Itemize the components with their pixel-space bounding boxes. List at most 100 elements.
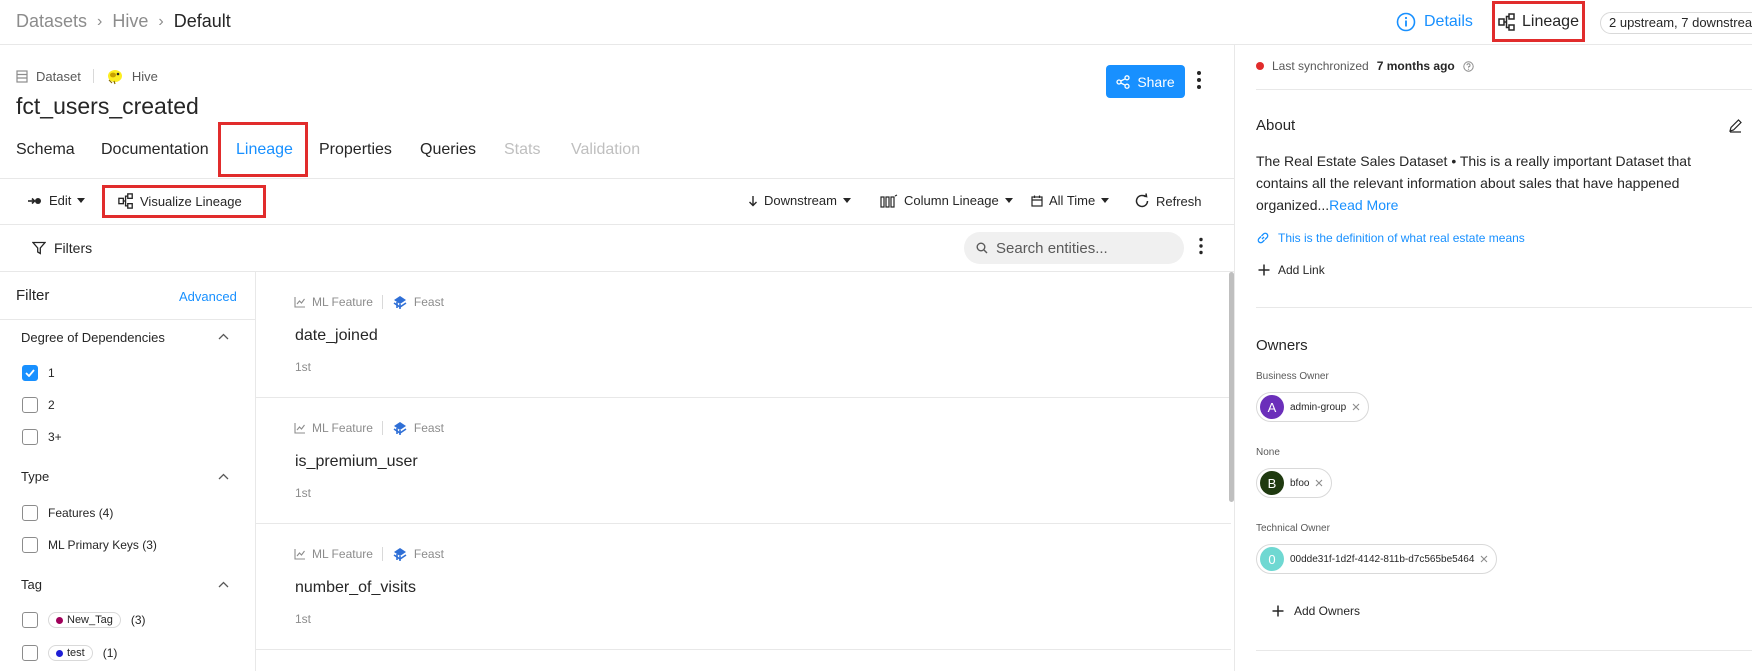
details-button[interactable]: Details	[1396, 12, 1473, 32]
filter-option-features[interactable]: Features (4)	[22, 505, 113, 521]
filter-option-degree-1[interactable]: 1	[22, 365, 55, 381]
tag-pill: test	[48, 645, 93, 661]
tag-section-title[interactable]: Tag	[21, 577, 42, 592]
add-link-button[interactable]: Add Link	[1258, 263, 1325, 277]
filters-toggle-button[interactable]: Filters	[32, 240, 92, 256]
chevron-up-icon[interactable]	[218, 333, 229, 340]
details-label: Details	[1424, 13, 1473, 30]
divider	[1256, 650, 1752, 651]
checkbox[interactable]	[22, 612, 38, 628]
more-options-icon[interactable]	[1196, 70, 1202, 90]
chevron-up-icon[interactable]	[218, 581, 229, 588]
platform-label: Hive	[131, 68, 158, 84]
add-owners-label: Add Owners	[1294, 604, 1361, 618]
filter-option-tag-new[interactable]: New_Tag (3)	[22, 612, 146, 628]
add-link-label: Add Link	[1278, 263, 1325, 277]
checkbox[interactable]	[22, 505, 38, 521]
checkbox[interactable]	[22, 397, 38, 413]
breadcrumb: Datasets › Hive › Default	[16, 11, 231, 32]
streams-badge: 2 upstream, 7 downstream	[1600, 12, 1752, 34]
refresh-button[interactable]: Refresh	[1134, 193, 1202, 209]
column-lineage-dropdown[interactable]: Column Lineage	[880, 193, 1013, 208]
filter-option-degree-3plus[interactable]: 3+	[22, 429, 62, 445]
chevron-right-icon: ›	[97, 12, 103, 30]
avatar: 0	[1260, 547, 1284, 571]
info-icon	[1396, 12, 1416, 32]
read-more-link[interactable]: Read More	[1329, 197, 1398, 213]
checkbox[interactable]	[22, 365, 38, 381]
add-owners-button[interactable]: Add Owners	[1272, 604, 1360, 618]
entity-name[interactable]: number_of_visits	[295, 579, 416, 597]
direction-dropdown[interactable]: Downstream	[748, 193, 851, 208]
more-options-icon[interactable]	[1198, 237, 1204, 255]
breadcrumb-datasets[interactable]: Datasets	[16, 11, 87, 32]
degree-section-title[interactable]: Degree of Dependencies	[21, 330, 165, 345]
edit-icon	[27, 195, 43, 207]
filter-icon	[32, 241, 46, 255]
filter-option-tag-test[interactable]: test (1)	[22, 645, 117, 661]
calendar-icon	[1031, 195, 1043, 207]
option-label: 2	[48, 398, 55, 412]
owner-pill[interactable]: B bfoo	[1256, 468, 1333, 498]
direction-label: Downstream	[764, 193, 837, 208]
divider	[381, 295, 383, 309]
tab-schema[interactable]: Schema	[16, 141, 75, 159]
tab-properties[interactable]: Properties	[319, 141, 392, 159]
filter-option-degree-2[interactable]: 2	[22, 397, 55, 413]
owner-type-label: Technical Owner	[1256, 523, 1330, 534]
list-item[interactable]: ML Feature Feast date_joined 1st	[256, 272, 1231, 398]
lineage-icon	[1498, 12, 1516, 31]
entity-type: ML Feature	[312, 295, 373, 309]
list-item[interactable]: ML Feature Feast number_of_visits 1st	[256, 524, 1231, 650]
search-input[interactable]: Search entities...	[964, 232, 1184, 264]
owner-pill[interactable]: 0 00dde31f-1d2f-4142-811b-d7c565be5464	[1256, 544, 1498, 574]
feast-logo-icon	[392, 294, 408, 310]
chevron-up-icon[interactable]	[218, 473, 229, 480]
about-description: The Real Estate Sales Dataset • This is …	[1256, 150, 1736, 216]
breadcrumb-hive[interactable]: Hive	[112, 11, 148, 32]
sidebar-panel	[1234, 45, 1752, 671]
caret-down-icon	[1101, 197, 1110, 204]
option-label: Features (4)	[48, 506, 114, 520]
tab-queries[interactable]: Queries	[420, 141, 476, 159]
feast-logo-icon	[392, 420, 408, 436]
entity-type-row: Dataset Hive	[16, 67, 158, 85]
type-section-title[interactable]: Type	[21, 469, 49, 484]
entity-type: ML Feature	[312, 421, 373, 435]
ml-feature-icon	[294, 422, 306, 434]
edit-dropdown[interactable]: Edit	[27, 193, 86, 208]
share-button[interactable]: Share	[1106, 65, 1185, 98]
close-icon[interactable]	[1315, 479, 1323, 487]
filter-title: Filter	[16, 287, 50, 304]
tab-documentation[interactable]: Documentation	[101, 141, 209, 159]
close-icon[interactable]	[1352, 403, 1360, 411]
entity-name[interactable]: date_joined	[295, 327, 378, 345]
ml-feature-icon	[294, 296, 306, 308]
share-icon	[1116, 74, 1130, 89]
entity-tabs: Schema Documentation Lineage Properties …	[0, 141, 1234, 161]
degree-label: 1st	[295, 612, 312, 626]
filter-option-ml-primary-keys[interactable]: ML Primary Keys (3)	[22, 537, 157, 553]
checkbox[interactable]	[22, 429, 38, 445]
tag-name: New_Tag	[67, 614, 113, 626]
tag-count: (3)	[130, 613, 146, 627]
entity-name[interactable]: is_premium_user	[295, 453, 418, 471]
advanced-filter-link[interactable]: Advanced	[179, 289, 237, 304]
dataset-icon	[16, 69, 28, 83]
entity-platform: Feast	[413, 421, 444, 435]
checkbox[interactable]	[22, 537, 38, 553]
owner-pill[interactable]: A admin-group	[1256, 392, 1370, 422]
question-icon[interactable]	[1463, 60, 1474, 72]
edit-pencil-icon[interactable]	[1728, 118, 1743, 133]
lineage-view-button[interactable]: Lineage	[1492, 1, 1585, 42]
time-range-dropdown[interactable]: All Time	[1031, 193, 1110, 208]
checkbox[interactable]	[22, 645, 38, 661]
doc-link[interactable]: This is the definition of what real esta…	[1256, 231, 1525, 245]
chevron-right-icon: ›	[158, 12, 164, 30]
breadcrumb-default[interactable]: Default	[174, 11, 231, 32]
highlight-box	[218, 122, 308, 177]
sync-status: Last synchronized 7 months ago	[1256, 59, 1474, 73]
sync-time: 7 months ago	[1376, 59, 1455, 73]
list-item[interactable]: ML Feature Feast is_premium_user 1st	[256, 398, 1231, 524]
close-icon[interactable]	[1480, 555, 1488, 563]
